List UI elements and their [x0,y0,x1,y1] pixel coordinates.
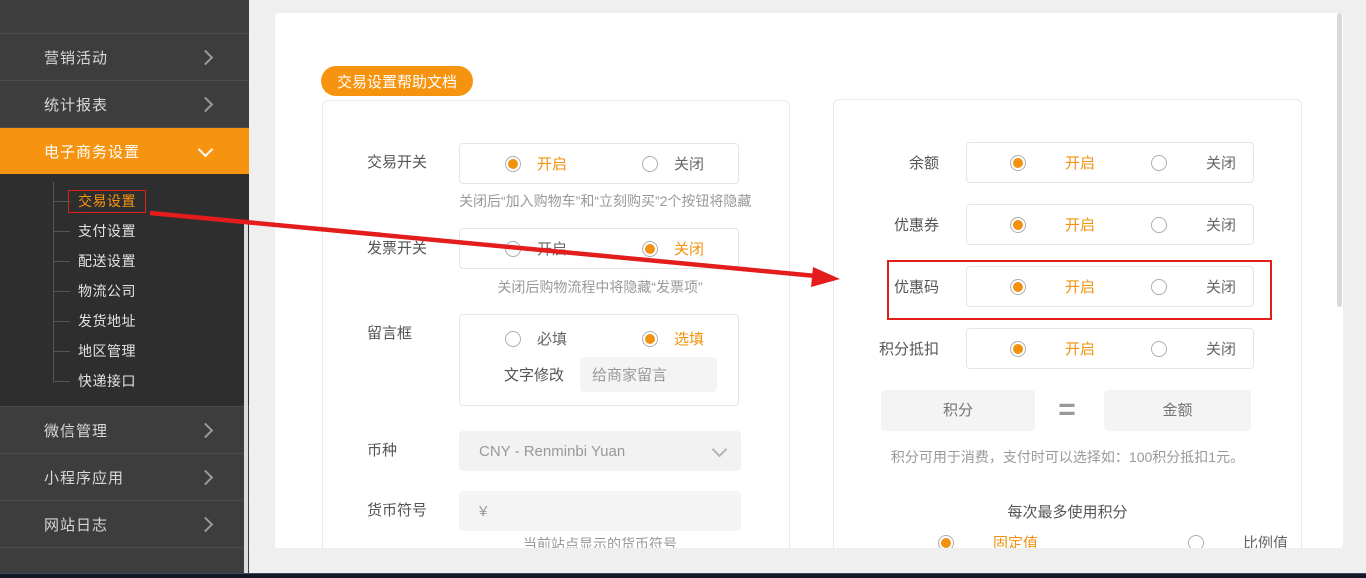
trade-settings-card: 交易开关 开启 关闭 关闭后“加入购物车”和“立刻购买”2个按钮将隐藏 发票开关… [322,100,790,548]
radio-points-on[interactable]: 开启 [1010,338,1095,359]
sidebar-subitem-delivery-settings[interactable]: 配送设置 [0,246,249,276]
help-doc-button[interactable]: 交易设置帮助文档 [321,66,473,96]
radio-selected-icon [938,534,954,548]
radio-icon [505,330,521,347]
promo-settings-card: 余额 开启 关闭 优惠券 开启 关闭 优惠码 开启 关闭 积分抵扣 开启 关闭 … [833,99,1302,548]
chevron-right-icon [197,469,214,485]
sidebar-item-wechat[interactable]: 微信管理 [0,407,249,454]
trade-switch-group: 开启 关闭 [459,143,739,184]
sidebar-scrollbar[interactable] [244,223,248,573]
nav-label: 电子商务设置 [44,143,141,161]
sidebar-submenu: 交易设置 支付设置 配送设置 物流公司 发货地址 地区管理 快递接口 [0,174,249,407]
points-deduct-group: 开启 关闭 [966,328,1254,369]
message-box-group: 必填 选填 文字修改 [459,314,739,406]
points-deduct-label: 积分抵扣 [878,341,939,358]
radio-trade-off[interactable]: 关闭 [642,153,704,174]
currency-symbol-hint: 当前站点显示的货币符号 [523,536,677,549]
radio-invoice-off[interactable]: 关闭 [642,238,704,259]
text-edit-label: 文字修改 [504,367,565,384]
radio-selected-icon [642,240,659,257]
radio-invoice-on[interactable]: 开启 [505,238,567,259]
currency-select[interactable]: CNY - Renminbi Yuan [459,431,741,471]
points-usage-hint: 积分可用于消费，支付时可以选择如：100积分抵扣1元。 [890,449,1245,465]
sidebar-top-spacer [0,0,249,34]
equals-sign: = [1058,392,1076,426]
currency-symbol-label: 货币符号 [367,502,428,519]
radio-selected-icon [642,330,659,347]
radio-selected-icon [1010,154,1026,171]
trade-switch-label: 交易开关 [367,154,428,171]
chevron-right-icon [197,96,214,112]
settings-panel: 交易设置帮助文档 交易开关 开启 关闭 关闭后“加入购物车”和“立刻购买”2个按… [275,13,1343,548]
radio-coupon-on[interactable]: 开启 [1010,214,1095,235]
radio-ratio-value[interactable]: 比例值 [1188,532,1288,548]
radio-icon [505,240,521,257]
invoice-switch-label: 发票开关 [367,240,428,257]
annotation-box: 交易设置 [68,190,146,213]
sidebar-item-reports[interactable]: 统计报表 [0,81,249,128]
merchant-message-input[interactable] [580,357,718,392]
radio-selected-icon [505,155,521,172]
sidebar-subitem-shipping-address[interactable]: 发货地址 [0,306,249,336]
radio-coupon-code-off[interactable]: 关闭 [1151,276,1236,297]
radio-icon [1151,216,1168,233]
nav-label: 统计报表 [44,96,109,114]
amount-input[interactable] [1104,390,1251,431]
taskbar-edge [0,573,1366,578]
max-points-title: 每次最多使用积分 [1007,504,1128,521]
radio-selected-icon [1010,278,1026,295]
currency-symbol-input[interactable] [459,491,741,531]
page: 营销活动 统计报表 电子商务设置 交易设置 支付设置 配送设置 物流公司 发货地… [0,0,1366,578]
sidebar-item-ecommerce-settings[interactable]: 电子商务设置 [0,128,249,174]
message-box-label: 留言框 [367,325,413,342]
sidebar-item-site-logs[interactable]: 网站日志 [0,501,249,548]
radio-fixed-value[interactable]: 固定值 [938,532,1038,548]
radio-message-required[interactable]: 必填 [505,328,567,349]
radio-icon [1151,278,1168,295]
nav-label: 营销活动 [44,49,109,67]
sidebar-item-miniprogram[interactable]: 小程序应用 [0,454,249,501]
invoice-switch-hint: 关闭后购物流程中将隐藏“发票项” [497,279,703,295]
coupon-code-label: 优惠码 [893,279,939,296]
balance-label: 余额 [908,155,939,172]
coupon-group: 开启 关闭 [966,204,1254,245]
chevron-down-icon [197,141,214,157]
panel-scrollbar[interactable] [1337,13,1342,307]
invoice-switch-group: 开启 关闭 [459,228,739,269]
sidebar-subitem-express-api[interactable]: 快递接口 [0,366,249,396]
sidebar-subitem-region-management[interactable]: 地区管理 [0,336,249,366]
radio-icon [1188,534,1204,548]
chevron-down-icon [711,441,728,457]
sidebar: 营销活动 统计报表 电子商务设置 交易设置 支付设置 配送设置 物流公司 发货地… [0,0,249,573]
radio-trade-on[interactable]: 开启 [505,153,567,174]
currency-label: 币种 [367,442,398,459]
radio-icon [642,155,659,172]
radio-balance-off[interactable]: 关闭 [1151,152,1236,173]
balance-group: 开启 关闭 [966,142,1254,183]
sidebar-item-marketing[interactable]: 营销活动 [0,34,249,81]
sidebar-subitem-trade-settings[interactable]: 交易设置 [0,186,249,216]
radio-selected-icon [1010,340,1026,357]
sidebar-subitem-payment-settings[interactable]: 支付设置 [0,216,249,246]
sidebar-subitem-logistics-company[interactable]: 物流公司 [0,276,249,306]
coupon-label: 优惠券 [893,217,939,234]
radio-icon [1151,340,1168,357]
radio-selected-icon [1010,216,1026,233]
currency-select-value: CNY - Renminbi Yuan [479,442,626,460]
radio-points-off[interactable]: 关闭 [1151,338,1236,359]
radio-coupon-off[interactable]: 关闭 [1151,214,1236,235]
radio-message-optional[interactable]: 选填 [642,328,704,349]
chevron-right-icon [197,49,214,65]
chevron-right-icon [197,516,214,532]
radio-coupon-code-on[interactable]: 开启 [1010,276,1095,297]
trade-switch-hint: 关闭后“加入购物车”和“立刻购买”2个按钮将隐藏 [459,193,752,209]
radio-icon [1151,154,1168,171]
radio-balance-on[interactable]: 开启 [1010,152,1095,173]
coupon-code-group: 开启 关闭 [966,266,1254,307]
points-input[interactable] [881,390,1035,431]
chevron-right-icon [197,422,214,438]
